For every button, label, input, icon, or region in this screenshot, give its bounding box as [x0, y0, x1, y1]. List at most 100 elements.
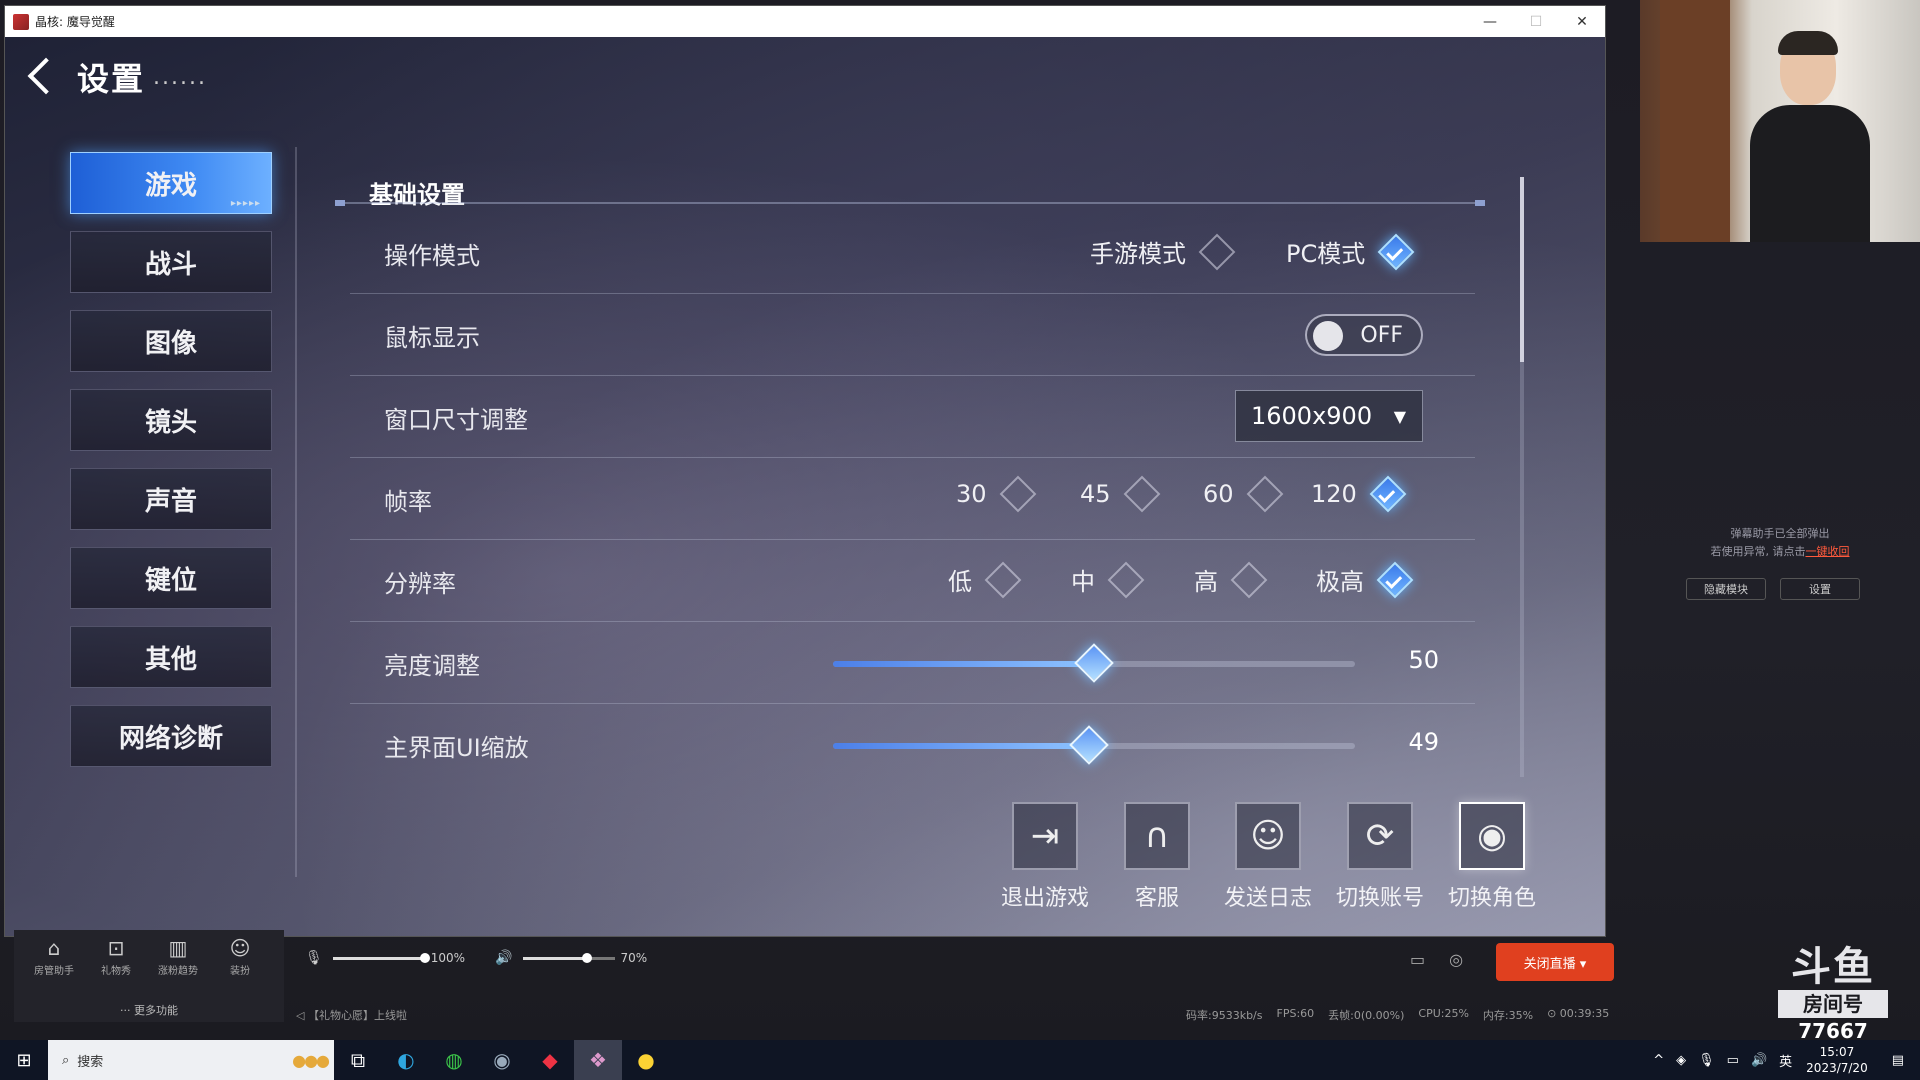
option-mobile-mode[interactable]: 手游模式: [1090, 233, 1236, 270]
camera-icon[interactable]: ▭: [1410, 950, 1425, 969]
slider-fill: [833, 661, 1094, 667]
scrollbar-thumb[interactable]: [1520, 177, 1524, 362]
mouse-display-toggle[interactable]: OFF: [1305, 314, 1423, 356]
row-brightness: 亮度调整 50: [350, 622, 1475, 704]
option-fps-45[interactable]: 45: [1080, 475, 1160, 513]
slider-thumb[interactable]: [419, 952, 430, 963]
section-divider: [335, 200, 1485, 206]
radio-diamond-icon: [1230, 561, 1268, 598]
tray-mic-icon[interactable]: 🎙: [1698, 1053, 1715, 1068]
option-pc-mode[interactable]: PC模式: [1286, 233, 1415, 270]
brightness-slider[interactable]: [833, 643, 1355, 683]
back-arrow-icon[interactable]: [25, 53, 65, 101]
maximize-button[interactable]: ☐: [1513, 6, 1559, 37]
nav-item-keybinds[interactable]: 键位: [70, 547, 272, 609]
option-label: 30: [956, 480, 987, 508]
ui-scale-slider[interactable]: [833, 725, 1355, 765]
row-mouse-display: 鼠标显示 OFF: [350, 294, 1475, 376]
close-live-button[interactable]: 关闭直播 ▾: [1496, 943, 1614, 981]
stream-duration: ⊙ 00:39:35: [1547, 1007, 1610, 1020]
recall-link[interactable]: 一键收回: [1806, 545, 1850, 558]
gift-show-tool[interactable]: ⊡ 礼物秀: [88, 936, 144, 977]
slider-thumb[interactable]: [1068, 725, 1109, 765]
option-label: 120: [1311, 480, 1357, 508]
clock-time: 15:07: [1819, 1045, 1855, 1059]
ime-indicator[interactable]: 英: [1779, 1051, 1792, 1070]
nav-item-camera[interactable]: 镜头: [70, 389, 272, 451]
option-res-low[interactable]: 低: [948, 561, 1022, 598]
game-taskbar-icon[interactable]: ❖: [574, 1040, 622, 1080]
option-fps-30[interactable]: 30: [956, 475, 1036, 513]
tool-label: 涨粉趋势: [158, 966, 198, 977]
follower-trend-tool[interactable]: ▥ 涨粉趋势: [150, 936, 206, 977]
action-label: 发送日志: [1223, 886, 1312, 911]
app-icon-yellow[interactable]: ●: [622, 1040, 670, 1080]
speaker-icon[interactable]: 🔊: [495, 950, 512, 966]
dress-up-tool[interactable]: ☺ 装扮: [212, 936, 268, 977]
row-operation-mode: 操作模式 手游模式 PC模式: [350, 212, 1475, 294]
tool-panel: ⌂ 房管助手 ⊡ 礼物秀 ▥ 涨粉趋势 ☺ 装扮 ··· 更多功能: [14, 930, 284, 1022]
checked-diamond-icon: [1369, 475, 1407, 513]
exit-game-button[interactable]: ⇥ 退出游戏: [995, 802, 1095, 912]
brightness-value: 50: [1408, 646, 1439, 674]
edge-browser-icon[interactable]: ◐: [382, 1040, 430, 1080]
action-label: 切换角色: [1447, 886, 1536, 911]
nav-item-other[interactable]: 其他: [70, 626, 272, 688]
danmu-settings-button[interactable]: 设置: [1780, 578, 1860, 600]
switch-account-button[interactable]: ⟳ 切换账号: [1330, 802, 1430, 912]
resolution-label: 分辨率: [384, 570, 456, 598]
tray-expand-icon[interactable]: ^: [1653, 1053, 1664, 1068]
volume-icon[interactable]: 🔊: [1751, 1053, 1767, 1068]
slider-thumb[interactable]: [1074, 643, 1114, 683]
cpu-usage: CPU:25%: [1418, 1007, 1469, 1020]
settings-scrollbar[interactable]: [1520, 177, 1524, 777]
minimize-button[interactable]: —: [1467, 6, 1513, 37]
slider-thumb[interactable]: [581, 952, 592, 963]
customer-service-button[interactable]: ∩ 客服: [1107, 802, 1207, 912]
option-fps-120[interactable]: 120: [1311, 475, 1407, 513]
exit-icon: ⇥: [1012, 802, 1078, 870]
nav-item-network-diagnosis[interactable]: 网络诊断: [70, 705, 272, 767]
house-icon: ⌂: [47, 936, 61, 960]
window-size-dropdown[interactable]: 1600x900 ▼: [1235, 390, 1423, 442]
switch-role-icon: ◉: [1459, 802, 1525, 870]
webcam-door: [1660, 0, 1730, 242]
option-res-high[interactable]: 高: [1194, 561, 1268, 598]
search-highlight-icon: ●●●: [292, 1050, 330, 1070]
switch-role-button[interactable]: ◉ 切换角色: [1442, 802, 1542, 912]
close-button[interactable]: ✕: [1559, 6, 1605, 37]
streamer: [1750, 31, 1870, 242]
header-decoration: ......: [153, 64, 207, 90]
app-icon-round[interactable]: ◉: [478, 1040, 526, 1080]
more-functions-button[interactable]: ··· 更多功能: [14, 1002, 284, 1018]
wechat-icon[interactable]: ◍: [430, 1040, 478, 1080]
room-manager-tool[interactable]: ⌂ 房管助手: [26, 936, 82, 977]
taskbar-search[interactable]: ⌕ 搜索 ●●●: [48, 1040, 334, 1080]
mic-volume-slider[interactable]: [332, 952, 430, 963]
windows-start-icon[interactable]: ⊞: [0, 1040, 48, 1080]
option-res-medium[interactable]: 中: [1071, 561, 1145, 598]
taskbar-clock[interactable]: 15:07 2023/7/20: [1806, 1044, 1868, 1076]
tray-app-icon[interactable]: ◈: [1676, 1053, 1686, 1068]
task-view-icon[interactable]: ⧉: [334, 1040, 382, 1080]
nav-item-graphics[interactable]: 图像: [70, 310, 272, 372]
tool-label: 装扮: [230, 966, 250, 977]
app-icon-red[interactable]: ◆: [526, 1040, 574, 1080]
hide-module-button[interactable]: 隐藏模块: [1686, 578, 1766, 600]
memory-usage: 内存:35%: [1482, 1009, 1534, 1022]
action-label: 客服: [1134, 886, 1179, 911]
audio-controls: 🎙 100% 🔊 70%: [305, 950, 647, 966]
speaker-volume-slider[interactable]: [522, 952, 615, 963]
microphone-icon[interactable]: 🎙: [305, 950, 323, 966]
option-fps-60[interactable]: 60: [1203, 475, 1283, 513]
network-icon[interactable]: ▭: [1727, 1053, 1739, 1068]
nav-item-game[interactable]: 游戏: [70, 152, 272, 214]
settings-nav: 游戏 战斗 图像 镜头 声音 键位 其他 网络诊断: [70, 152, 272, 784]
settings-gear-icon[interactable]: ◎: [1449, 950, 1463, 969]
option-res-ultra[interactable]: 极高: [1316, 561, 1414, 598]
send-log-button[interactable]: ☺ 发送日志: [1218, 802, 1318, 912]
nav-item-combat[interactable]: 战斗: [70, 231, 272, 293]
row-frame-rate: 帧率 30 45 60 120: [350, 458, 1475, 540]
notification-icon[interactable]: ▤: [1892, 1053, 1904, 1068]
nav-item-sound[interactable]: 声音: [70, 468, 272, 530]
